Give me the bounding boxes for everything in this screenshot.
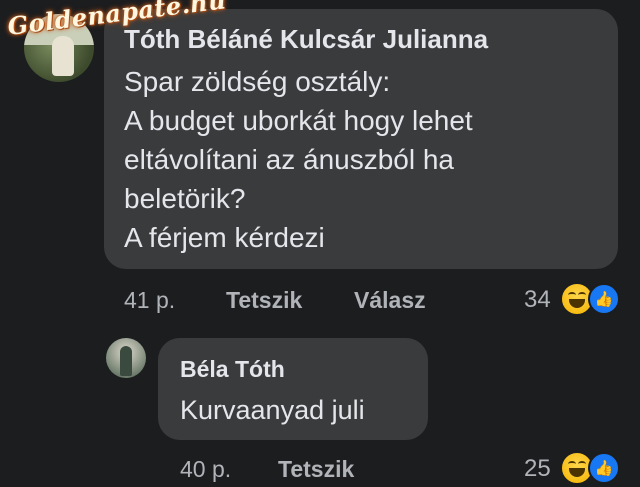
comment-time[interactable]: 41 p. (124, 287, 175, 314)
like-icon: 👍 (588, 283, 620, 315)
avatar-figure (52, 36, 74, 76)
comment-line: beletörik? (124, 183, 246, 214)
comment-text: Spar zöldség osztály: A budget uborkát h… (124, 62, 604, 257)
reply-author[interactable]: Béla Tóth (180, 356, 285, 383)
reply-button[interactable]: Válasz (354, 287, 426, 314)
reply-text: Kurvaanyad juli (180, 395, 365, 425)
avatar[interactable] (106, 338, 146, 378)
comment-line: A budget uborkát hogy lehet (124, 105, 473, 136)
comment-line: eltávolítani az ánuszból ha (124, 144, 454, 175)
reaction-count[interactable]: 34 (524, 286, 551, 314)
avatar-figure (120, 346, 132, 376)
comment-line: A férjem kérdezi (124, 222, 325, 253)
comment-line: Spar zöldség osztály: (124, 66, 391, 97)
reply-time[interactable]: 40 p. (180, 456, 231, 483)
reaction-count[interactable]: 25 (524, 455, 551, 483)
like-button[interactable]: Tetszik (226, 287, 302, 314)
like-icon: 👍 (588, 452, 620, 484)
like-button[interactable]: Tetszik (278, 456, 354, 483)
comment-author[interactable]: Tóth Béláné Kulcsár Julianna (124, 24, 488, 55)
